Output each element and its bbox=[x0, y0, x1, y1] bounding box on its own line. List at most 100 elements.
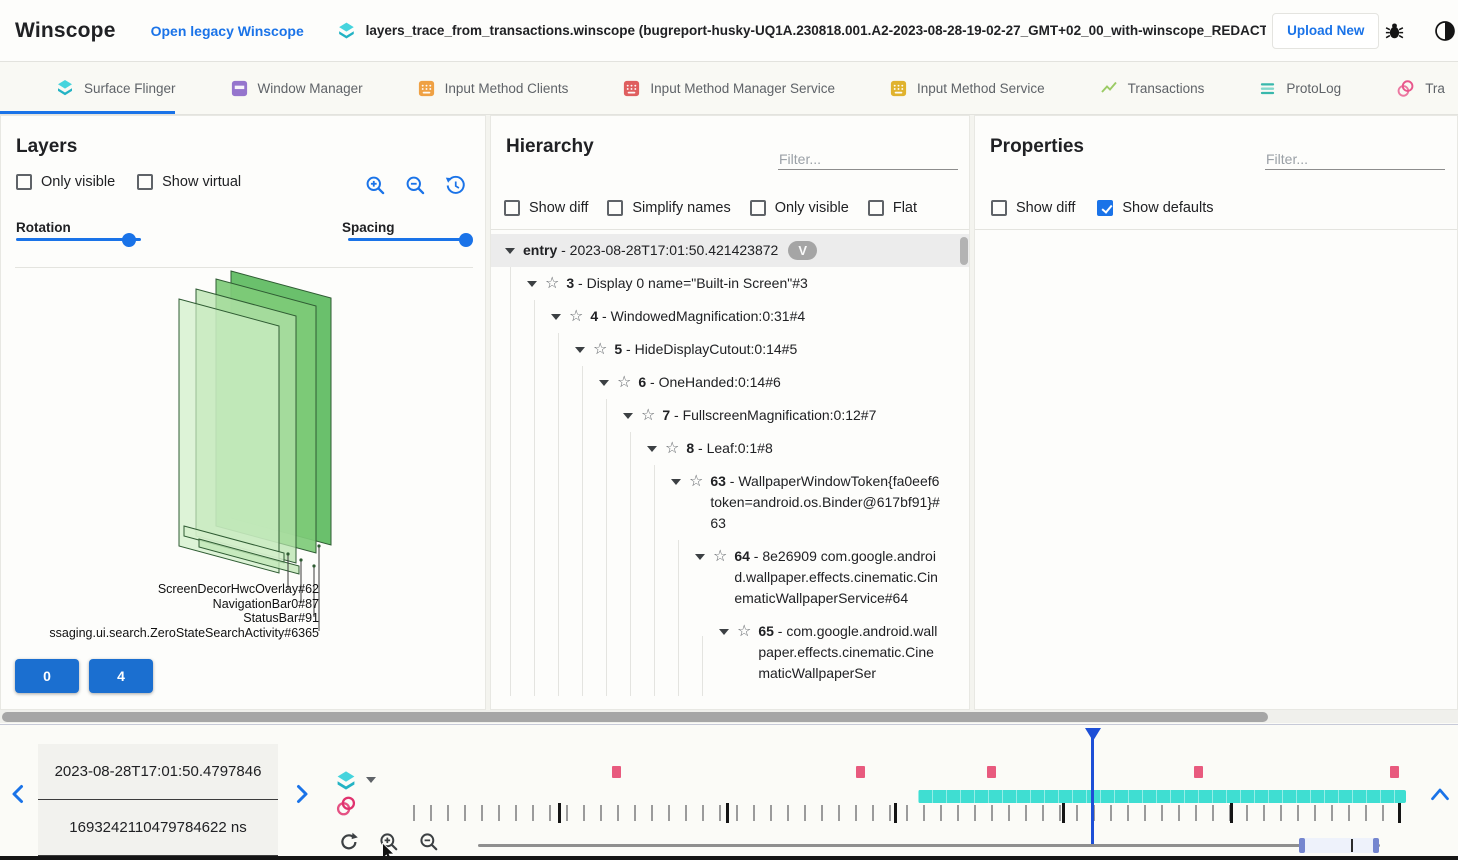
zoom-out-icon[interactable] bbox=[404, 174, 427, 197]
only-visible-checkbox[interactable]: Only visible bbox=[750, 200, 849, 216]
tab-window-manager[interactable]: Window Manager bbox=[203, 62, 390, 114]
surface-flinger-trace-icon[interactable] bbox=[334, 769, 358, 793]
collapse-arrow-icon[interactable] bbox=[527, 281, 537, 287]
horizontal-scrollbar-thumb[interactable] bbox=[2, 712, 1268, 722]
collapse-arrow-icon[interactable] bbox=[551, 314, 561, 320]
tree-node[interactable]: ☆ 4 - WindowedMagnification:0:31#4 bbox=[491, 300, 970, 333]
refresh-icon[interactable] bbox=[338, 831, 360, 853]
star-icon[interactable]: ☆ bbox=[665, 438, 679, 459]
only-visible-checkbox[interactable]: Only visible bbox=[16, 174, 115, 190]
star-icon[interactable]: ☆ bbox=[737, 621, 751, 642]
properties-filter-input[interactable] bbox=[1265, 149, 1445, 170]
checkbox-icon[interactable] bbox=[137, 174, 153, 190]
trace-select-caret-icon[interactable] bbox=[366, 777, 376, 783]
trace-marker[interactable] bbox=[856, 766, 865, 778]
transitions-trace-icon[interactable] bbox=[334, 794, 358, 818]
reset-view-icon[interactable] bbox=[444, 174, 467, 197]
star-icon[interactable]: ☆ bbox=[641, 405, 655, 426]
checkbox-icon[interactable] bbox=[16, 174, 32, 190]
tree-node[interactable]: ☆ 65 - com.google.android.wallpaper.effe… bbox=[491, 615, 970, 690]
show-diff-checkbox[interactable]: Show diff bbox=[991, 200, 1075, 216]
trace-marker[interactable] bbox=[987, 766, 996, 778]
timestamp-human-input[interactable] bbox=[38, 744, 278, 800]
tree-scrollbar[interactable] bbox=[960, 237, 968, 265]
show-diff-checkbox[interactable]: Show diff bbox=[504, 200, 588, 216]
timeline-range-selection[interactable] bbox=[1299, 838, 1379, 853]
display-4-button[interactable]: 4 bbox=[89, 659, 153, 693]
tree-node[interactable]: ☆ 7 - FullscreenMagnification:0:12#7 bbox=[491, 399, 970, 432]
prev-entry-button[interactable] bbox=[10, 784, 28, 804]
show-virtual-checkbox[interactable]: Show virtual bbox=[137, 174, 241, 190]
star-icon[interactable]: ☆ bbox=[713, 546, 727, 567]
tree-node[interactable]: ☆ 64 - 8e26909 com.google.android.wallpa… bbox=[491, 540, 970, 615]
dark-mode-toggle[interactable] bbox=[1433, 18, 1458, 44]
checkbox-checked-icon[interactable] bbox=[1097, 200, 1113, 216]
timestamp-ns-input[interactable] bbox=[38, 800, 278, 856]
tree-node[interactable]: ☆ 8 - Leaf:0:1#8 bbox=[491, 432, 970, 465]
collapse-timeline-icon[interactable] bbox=[1430, 786, 1450, 804]
hierarchy-filter-input[interactable] bbox=[778, 149, 958, 170]
tree-node[interactable]: ☆ 6 - OneHanded:0:14#6 bbox=[491, 366, 970, 399]
keyboard-icon bbox=[622, 79, 641, 98]
rotation-slider-thumb[interactable] bbox=[122, 233, 136, 247]
timeline-zoom-out-icon[interactable] bbox=[418, 831, 440, 853]
range-handle-left[interactable] bbox=[1299, 838, 1305, 853]
open-legacy-link[interactable]: Open legacy Winscope bbox=[151, 23, 304, 39]
spacing-slider[interactable] bbox=[348, 238, 466, 241]
collapse-arrow-icon[interactable] bbox=[599, 380, 609, 386]
checkbox-icon[interactable] bbox=[504, 200, 520, 216]
checkbox-icon[interactable] bbox=[868, 200, 884, 216]
collapse-arrow-icon[interactable] bbox=[671, 479, 681, 485]
spacing-slider-thumb[interactable] bbox=[459, 233, 473, 247]
tree-node[interactable]: ☆ 3 - Display 0 name="Built-in Screen"#3 bbox=[491, 267, 970, 300]
flat-checkbox[interactable]: Flat bbox=[868, 200, 917, 216]
layer-label[interactable]: NavigationBar0#87 bbox=[15, 597, 319, 612]
layer-label[interactable]: ScreenDecorHwcOverlay#62 bbox=[15, 582, 319, 597]
show-defaults-checkbox[interactable]: Show defaults bbox=[1097, 200, 1213, 216]
checkbox-icon[interactable] bbox=[991, 200, 1007, 216]
tab-protolog[interactable]: ProtoLog bbox=[1231, 62, 1368, 114]
horizontal-scrollbar[interactable] bbox=[0, 710, 1458, 723]
trace-marker[interactable] bbox=[612, 766, 621, 778]
tab-input-method-clients[interactable]: Input Method Clients bbox=[390, 62, 596, 114]
timeline-ruler[interactable] bbox=[413, 805, 1405, 821]
trace-marker[interactable] bbox=[1390, 766, 1399, 778]
collapse-arrow-icon[interactable] bbox=[695, 554, 705, 560]
collapse-arrow-icon[interactable] bbox=[623, 413, 633, 419]
layer-label[interactable]: ssaging.ui.search.ZeroStateSearchActivit… bbox=[15, 626, 319, 641]
zoom-in-icon[interactable] bbox=[364, 174, 387, 197]
star-icon[interactable]: ☆ bbox=[593, 339, 607, 360]
tab-transactions[interactable]: Transactions bbox=[1072, 62, 1232, 114]
tab-input-method-manager-service[interactable]: Input Method Manager Service bbox=[595, 62, 862, 114]
timeline-panel bbox=[0, 710, 1458, 856]
star-icon[interactable]: ☆ bbox=[689, 471, 703, 492]
timeline-range-track[interactable] bbox=[478, 844, 1380, 847]
trace-marker[interactable] bbox=[1194, 766, 1203, 778]
layer-label[interactable]: StatusBar#91 bbox=[15, 611, 319, 626]
simplify-names-checkbox[interactable]: Simplify names bbox=[607, 200, 730, 216]
hierarchy-tree[interactable]: entry - 2023-08-28T17:01:50.421423872V ☆… bbox=[491, 234, 970, 696]
collapse-arrow-icon[interactable] bbox=[719, 629, 729, 635]
tab-surface-flinger[interactable]: Surface Flinger bbox=[0, 62, 203, 114]
star-icon[interactable]: ☆ bbox=[617, 372, 631, 393]
star-icon[interactable]: ☆ bbox=[545, 273, 559, 294]
trace-bar[interactable] bbox=[918, 790, 1406, 803]
checkbox-icon[interactable] bbox=[607, 200, 623, 216]
tab-input-method-service[interactable]: Input Method Service bbox=[862, 62, 1072, 114]
report-bug-button[interactable] bbox=[1381, 18, 1406, 44]
checkbox-icon[interactable] bbox=[750, 200, 766, 216]
display-0-button[interactable]: 0 bbox=[15, 659, 79, 693]
tree-node-entry[interactable]: entry - 2023-08-28T17:01:50.421423872V bbox=[491, 234, 970, 267]
tree-node[interactable]: ☆ 5 - HideDisplayCutout:0:14#5 bbox=[491, 333, 970, 366]
timeline-cursor[interactable] bbox=[1091, 728, 1094, 845]
collapse-arrow-icon[interactable] bbox=[575, 347, 585, 353]
rotation-slider[interactable] bbox=[16, 238, 141, 241]
collapse-arrow-icon[interactable] bbox=[647, 446, 657, 452]
tree-node[interactable]: ☆ 63 - WallpaperWindowToken{fa0eef6 toke… bbox=[491, 465, 970, 540]
range-handle-right[interactable] bbox=[1373, 838, 1379, 853]
collapse-arrow-icon[interactable] bbox=[505, 248, 515, 254]
upload-new-button[interactable]: Upload New bbox=[1272, 13, 1379, 49]
star-icon[interactable]: ☆ bbox=[569, 306, 583, 327]
tab-transitions[interactable]: Tra bbox=[1368, 62, 1458, 114]
next-entry-button[interactable] bbox=[292, 784, 310, 804]
